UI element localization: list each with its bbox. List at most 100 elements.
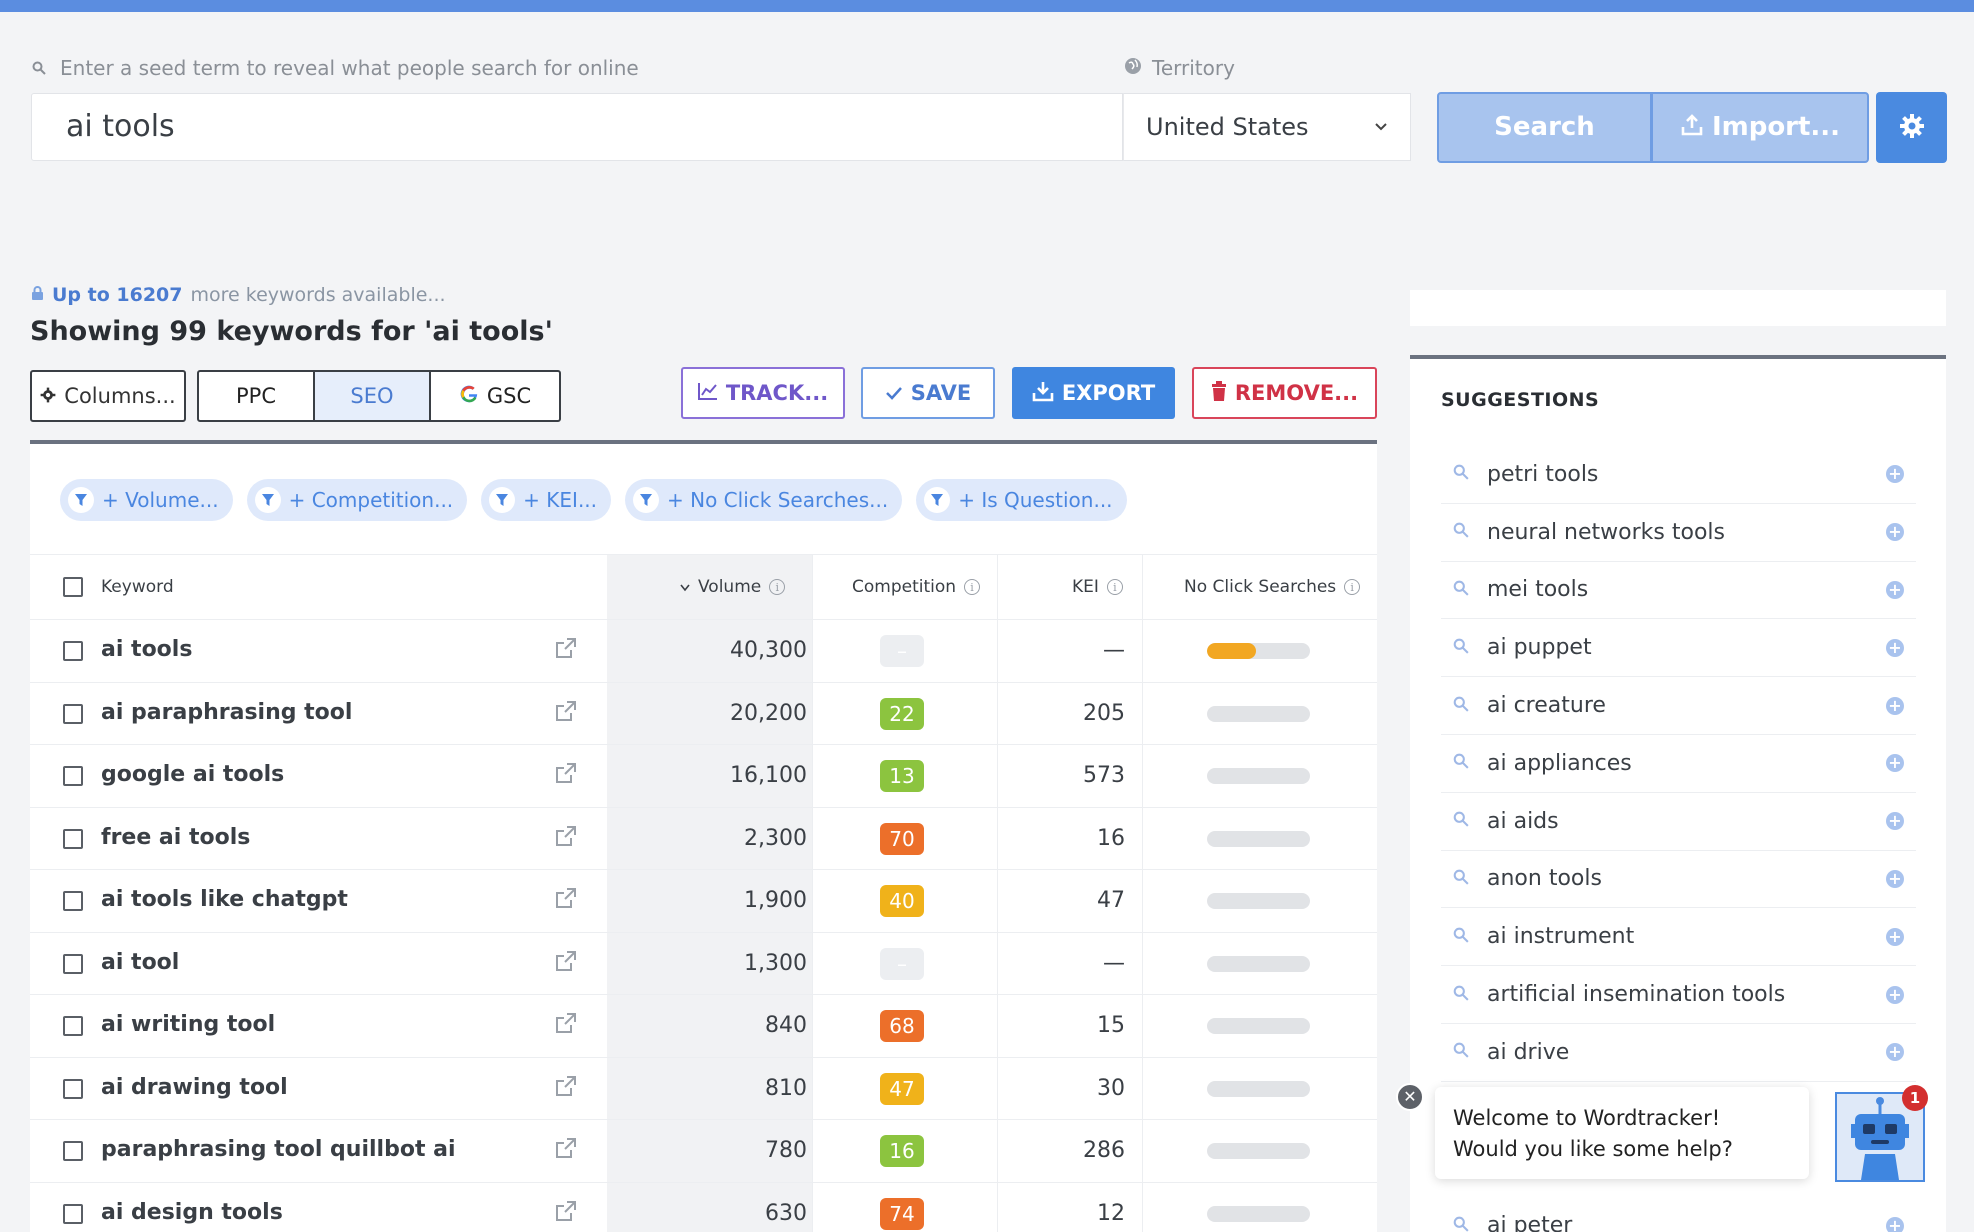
kei-header[interactable]: KEI i — [1072, 577, 1123, 597]
filter-no-click[interactable]: + No Click Searches... — [625, 479, 903, 521]
export-button[interactable]: EXPORT — [1012, 367, 1175, 419]
add-suggestion-icon[interactable]: + — [1886, 754, 1904, 773]
row-checkbox[interactable] — [63, 1078, 83, 1099]
close-chat-button[interactable]: ✕ — [1396, 1083, 1424, 1111]
territory-select[interactable]: United States — [1123, 93, 1411, 161]
add-suggestion-icon[interactable]: + — [1886, 696, 1904, 715]
row-checkbox[interactable] — [63, 641, 83, 661]
columns-button[interactable]: Columns... — [30, 370, 186, 422]
row-checkbox[interactable] — [63, 1141, 83, 1161]
add-suggestion-icon[interactable]: + — [1886, 638, 1904, 657]
row-checkbox[interactable] — [63, 1016, 83, 1036]
suggestion-item[interactable]: anon tools + — [1441, 851, 1916, 909]
add-suggestion-icon[interactable]: + — [1886, 523, 1904, 542]
volume-header[interactable]: Volume i — [680, 577, 786, 597]
column-divider — [1142, 932, 1143, 994]
filter-is-question[interactable]: + Is Question... — [916, 479, 1127, 521]
chat-welcome-bubble[interactable]: Welcome to Wordtracker! Would you like s… — [1435, 1087, 1809, 1179]
suggestion-item[interactable]: petri tools + — [1441, 446, 1916, 504]
keyword-cell[interactable]: ai tools — [101, 637, 192, 662]
search-input[interactable]: ai tools — [31, 93, 1123, 161]
no-click-bar-fill — [1207, 643, 1257, 659]
filter-competition[interactable]: + Competition... — [246, 479, 468, 521]
keyword-cell[interactable]: ai design tools — [101, 1200, 283, 1225]
row-checkbox[interactable] — [63, 766, 83, 786]
keyword-cell[interactable]: ai tool — [101, 950, 179, 975]
remove-button[interactable]: REMOVE... — [1192, 367, 1377, 419]
add-suggestion-icon[interactable]: + — [1886, 812, 1904, 831]
suggestion-item[interactable]: ai drive + — [1441, 1024, 1916, 1082]
external-link-icon[interactable] — [555, 700, 577, 726]
filter-kei[interactable]: + KEI... — [481, 479, 612, 521]
track-button[interactable]: TRACK... — [681, 367, 845, 419]
table-row[interactable]: ai writing tool 840 68 15 — [30, 995, 1377, 1058]
table-row[interactable]: ai tools like chatgpt 1,900 40 47 — [30, 870, 1377, 933]
keyword-cell[interactable]: google ai tools — [101, 762, 284, 787]
row-checkbox[interactable] — [63, 953, 83, 974]
info-icon[interactable]: i — [769, 579, 786, 595]
settings-button[interactable] — [1876, 92, 1947, 163]
ppc-tab[interactable]: PPC — [197, 370, 315, 422]
external-link-icon[interactable] — [555, 1137, 577, 1163]
search-icon — [1453, 1042, 1475, 1062]
competition-header[interactable]: Competition i — [852, 577, 981, 597]
info-icon[interactable]: i — [1106, 579, 1123, 595]
row-checkbox[interactable] — [63, 1203, 83, 1224]
kei-cell: 286 — [1083, 1138, 1125, 1163]
add-suggestion-icon[interactable]: + — [1886, 927, 1904, 946]
keyword-header[interactable]: Keyword — [101, 577, 174, 597]
add-suggestion-icon[interactable]: + — [1886, 1043, 1904, 1062]
suggestion-text: ai puppet — [1487, 635, 1592, 661]
table-row[interactable]: free ai tools 2,300 70 16 — [30, 807, 1377, 870]
external-link-icon[interactable] — [555, 762, 577, 788]
external-link-icon[interactable] — [555, 950, 577, 976]
suggestion-item[interactable]: neural networks tools + — [1441, 504, 1916, 562]
external-link-icon[interactable] — [555, 1012, 577, 1038]
keyword-cell[interactable]: ai paraphrasing tool — [101, 700, 352, 725]
table-row[interactable]: ai tool 1,300 – — — [30, 932, 1377, 995]
table-row[interactable]: ai design tools 630 74 12 — [30, 1182, 1377, 1232]
keyword-cell[interactable]: ai writing tool — [101, 1012, 275, 1037]
suggestion-item[interactable]: ai puppet + — [1441, 619, 1916, 678]
no-click-header[interactable]: No Click Searches i — [1184, 577, 1361, 597]
suggestion-item[interactable]: ai aids + — [1441, 793, 1916, 851]
table-row[interactable]: google ai tools 16,100 13 573 — [30, 745, 1377, 808]
add-suggestion-icon[interactable]: + — [1886, 465, 1904, 484]
row-checkbox[interactable] — [63, 703, 83, 724]
add-suggestion-icon[interactable]: + — [1886, 985, 1904, 1004]
search-button[interactable]: Search — [1437, 92, 1652, 163]
suggestion-item[interactable]: ai instrument + — [1441, 908, 1916, 967]
keyword-cell[interactable]: free ai tools — [101, 825, 250, 850]
suggestion-item[interactable]: ai peter + — [1441, 1197, 1916, 1232]
gsc-tab[interactable]: GSC — [429, 370, 561, 422]
table-row[interactable]: paraphrasing tool quillbot ai 780 16 286 — [30, 1120, 1377, 1183]
import-button[interactable]: Import... — [1651, 92, 1869, 163]
save-label: SAVE — [910, 381, 972, 405]
info-icon[interactable]: i — [964, 579, 981, 595]
suggestion-item[interactable]: mei tools + — [1441, 562, 1916, 620]
keyword-cell[interactable]: ai tools like chatgpt — [101, 887, 348, 912]
table-row[interactable]: ai paraphrasing tool 20,200 22 205 — [30, 682, 1377, 745]
add-suggestion-icon[interactable]: + — [1886, 1216, 1904, 1232]
suggestion-item[interactable]: ai appliances + — [1441, 735, 1916, 793]
filter-volume[interactable]: + Volume... — [60, 479, 233, 521]
row-checkbox[interactable] — [63, 891, 83, 911]
suggestion-item[interactable]: artificial insemination tools + — [1441, 966, 1916, 1024]
table-row[interactable]: ai tools 40,300 – — — [30, 620, 1377, 683]
external-link-icon[interactable] — [555, 1075, 577, 1101]
row-checkbox[interactable] — [63, 828, 83, 849]
add-suggestion-icon[interactable]: + — [1886, 580, 1904, 599]
external-link-icon[interactable] — [555, 1200, 577, 1226]
save-button[interactable]: SAVE — [861, 367, 995, 419]
info-icon[interactable]: i — [1344, 579, 1361, 595]
seo-tab[interactable]: SEO — [313, 370, 431, 422]
external-link-icon[interactable] — [555, 825, 577, 851]
select-all-checkbox[interactable] — [63, 577, 83, 597]
keyword-cell[interactable]: ai drawing tool — [101, 1075, 288, 1100]
suggestion-item[interactable]: ai creature + — [1441, 677, 1916, 735]
keyword-cell[interactable]: paraphrasing tool quillbot ai — [101, 1137, 456, 1162]
table-row[interactable]: ai drawing tool 810 47 30 — [30, 1057, 1377, 1120]
add-suggestion-icon[interactable]: + — [1886, 869, 1904, 888]
external-link-icon[interactable] — [555, 637, 577, 663]
external-link-icon[interactable] — [555, 887, 577, 913]
